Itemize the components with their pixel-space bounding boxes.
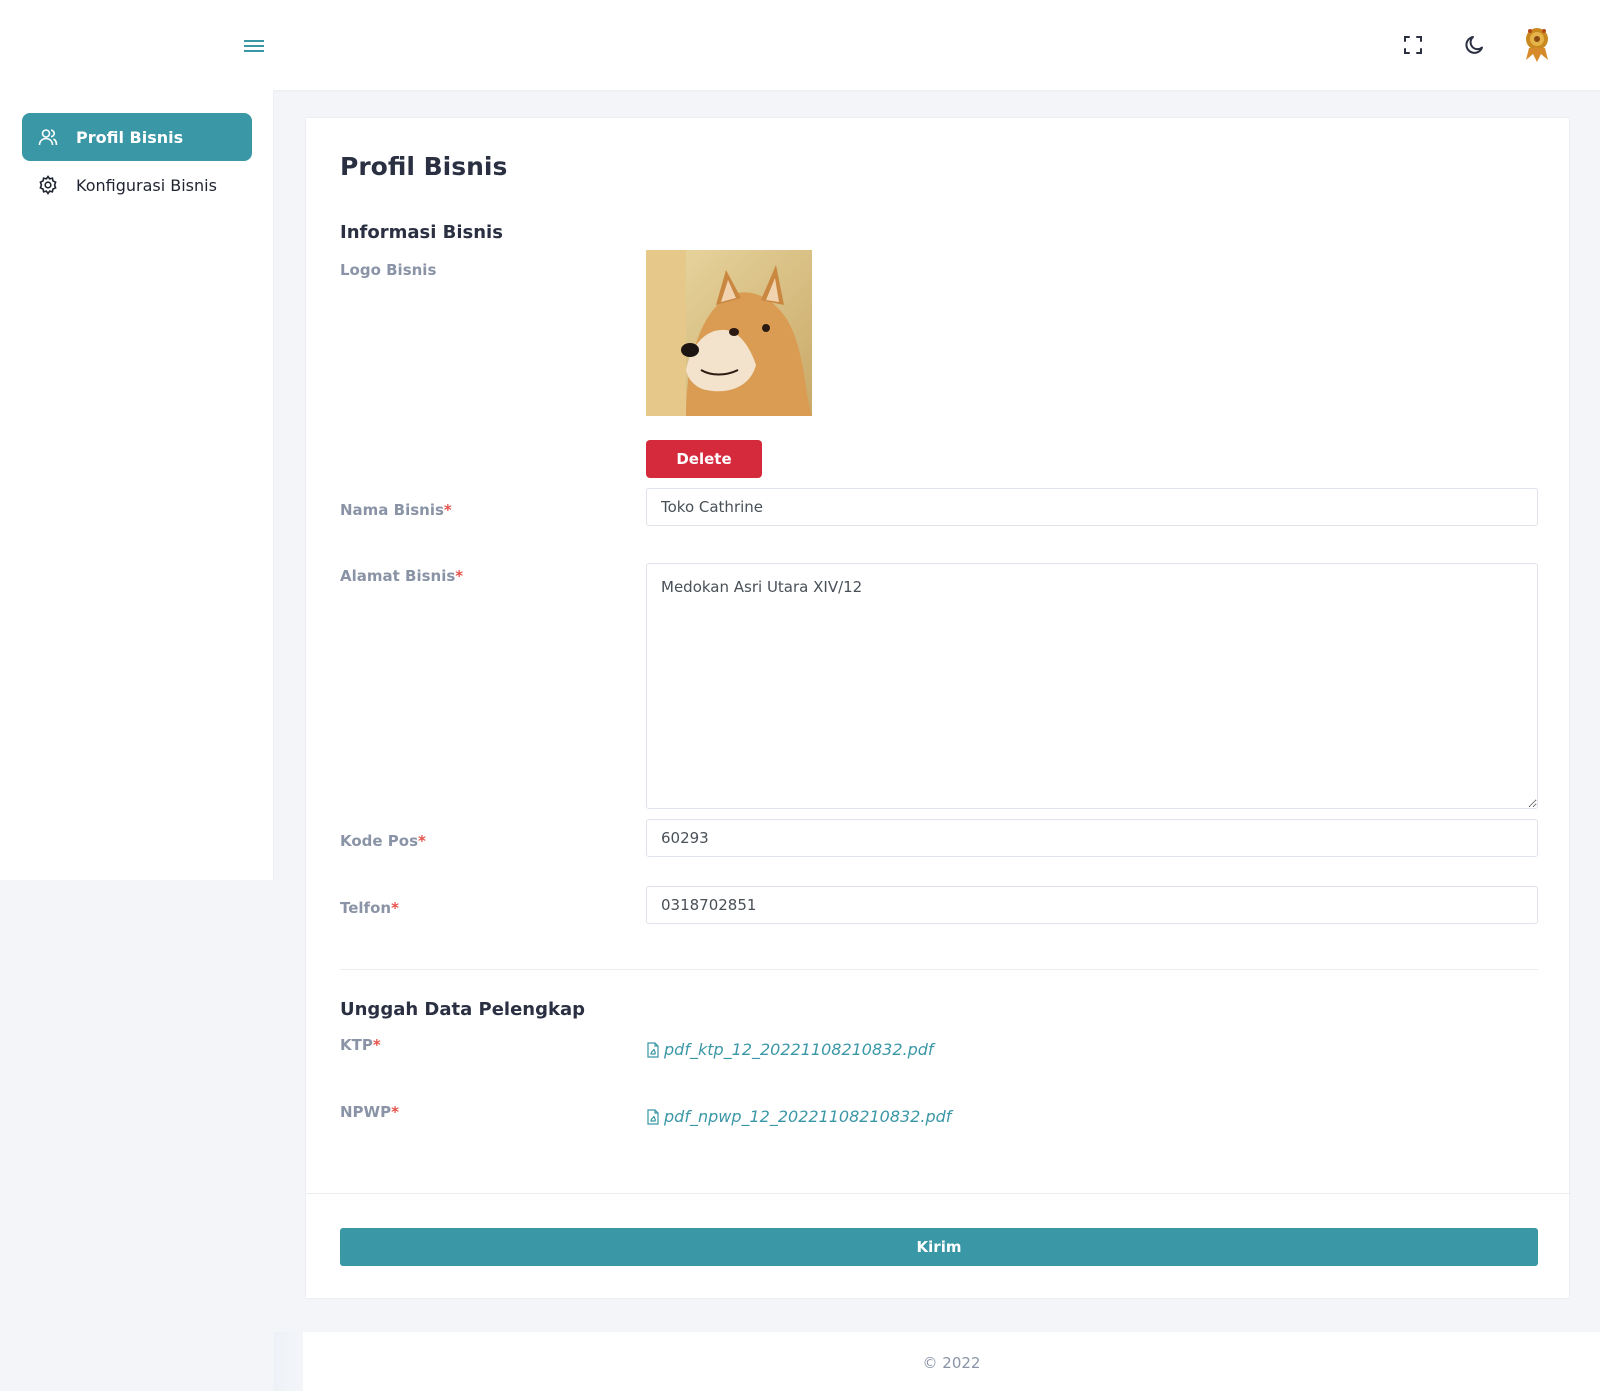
kode-pos-input[interactable] xyxy=(646,819,1538,857)
npwp-file-link[interactable]: pdf_npwp_12_20221108210832.pdf xyxy=(646,1107,951,1126)
nama-bisnis-input[interactable] xyxy=(646,488,1538,526)
sidebar: Profil Bisnis Konfigurasi Bisnis xyxy=(0,90,274,880)
submit-button[interactable]: Kirim xyxy=(340,1228,1538,1266)
users-icon xyxy=(38,127,58,147)
npwp-file-name: pdf_npwp_12_20221108210832.pdf xyxy=(664,1107,952,1126)
delete-logo-button[interactable]: Delete xyxy=(646,440,762,478)
sidebar-item-label: Konfigurasi Bisnis xyxy=(76,175,217,195)
top-navbar xyxy=(0,0,1600,90)
telfon-input[interactable] xyxy=(646,886,1538,924)
logo-label: Logo Bisnis xyxy=(340,261,437,279)
section-title-unggah: Unggah Data Pelengkap xyxy=(340,999,586,1020)
profile-card: Profil Bisnis Informasi Bisnis Logo Bisn… xyxy=(305,117,1571,1299)
footer-edge xyxy=(274,1332,303,1391)
sidebar-item-label: Profil Bisnis xyxy=(76,127,184,147)
section-divider xyxy=(340,969,1538,970)
file-pdf-icon xyxy=(646,1108,660,1125)
moon-icon[interactable] xyxy=(1462,32,1488,58)
section-title-informasi: Informasi Bisnis xyxy=(340,222,503,243)
hamburger-icon[interactable] xyxy=(244,37,266,55)
ktp-file-name: pdf_ktp_12_20221108210832.pdf xyxy=(664,1040,934,1059)
ktp-file-link[interactable]: pdf_ktp_12_20221108210832.pdf xyxy=(646,1040,934,1059)
file-pdf-icon xyxy=(646,1041,660,1058)
sidebar-item-profil-bisnis[interactable]: Profil Bisnis xyxy=(22,113,252,161)
fullscreen-icon[interactable] xyxy=(1400,32,1426,58)
telfon-label: Telfon* xyxy=(340,899,399,917)
alamat-bisnis-textarea[interactable]: Medokan Asri Utara XIV/12 xyxy=(646,563,1538,809)
page-title: Profil Bisnis xyxy=(340,152,508,181)
alamat-bisnis-label: Alamat Bisnis* xyxy=(340,567,464,585)
gear-icon xyxy=(38,175,58,195)
npwp-label: NPWP* xyxy=(340,1103,399,1121)
ktp-label: KTP* xyxy=(340,1036,381,1054)
avatar[interactable] xyxy=(1518,24,1556,64)
copyright-text: © 2022 xyxy=(922,1354,981,1372)
kode-pos-label: Kode Pos* xyxy=(340,832,426,850)
business-logo-image xyxy=(646,250,812,416)
nama-bisnis-label: Nama Bisnis* xyxy=(340,501,452,519)
card-footer-divider xyxy=(306,1193,1571,1194)
sidebar-item-konfigurasi-bisnis[interactable]: Konfigurasi Bisnis xyxy=(22,161,252,209)
page-footer: © 2022 xyxy=(303,1332,1600,1391)
